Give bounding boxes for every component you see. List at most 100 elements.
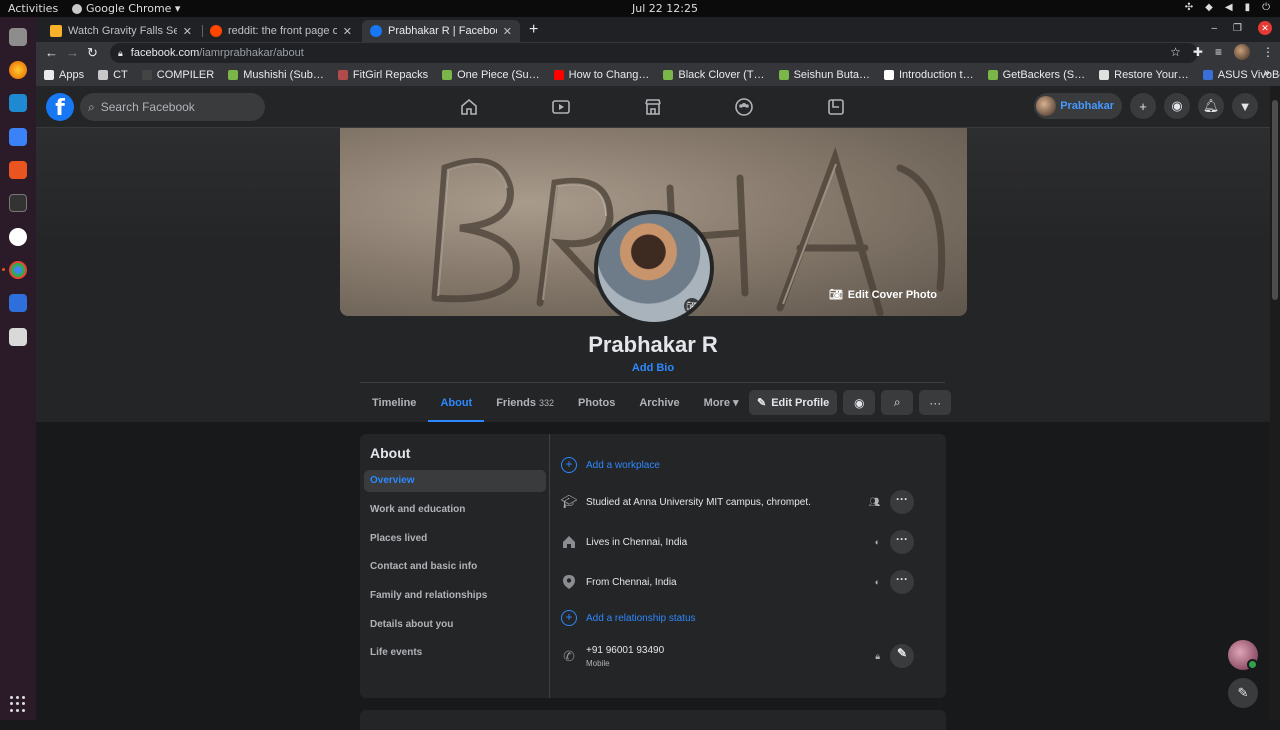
about-nav-overview[interactable]: Overview xyxy=(364,470,546,492)
bookmark-favicon-icon xyxy=(1202,70,1213,80)
new-tab-button[interactable]: + xyxy=(529,21,538,39)
bookmark-item[interactable]: Apps xyxy=(44,69,84,81)
tab-close-icon[interactable]: ✕ xyxy=(183,25,192,38)
slack-icon[interactable] xyxy=(9,228,27,246)
minimize-icon[interactable]: – xyxy=(1211,23,1217,34)
new-message-icon[interactable]: ✎ xyxy=(1228,678,1258,708)
profile-avatar[interactable] xyxy=(1234,44,1250,60)
software-icon[interactable] xyxy=(9,161,27,179)
bookmark-item[interactable]: Restore Your… xyxy=(1099,69,1189,81)
camera-icon[interactable]: 📷︎ xyxy=(684,298,700,314)
bookmark-item[interactable]: GetBackers (S… xyxy=(987,69,1086,81)
marketplace-icon[interactable] xyxy=(643,97,663,117)
text-editor-icon[interactable] xyxy=(9,294,27,312)
bookmark-item[interactable]: How to Chang… xyxy=(553,69,649,81)
tab-more[interactable]: More ▾ xyxy=(692,384,751,422)
bookmark-item[interactable]: COMPILER xyxy=(141,69,214,81)
bookmark-item[interactable]: Seishun Buta… xyxy=(778,69,870,81)
messenger-icon[interactable]: ◉ xyxy=(1164,93,1190,119)
tab-reddit[interactable]: reddit: the front page of t ✕ xyxy=(202,20,360,42)
about-nav-details[interactable]: Details about you xyxy=(364,614,546,636)
edit-cover-photo-button[interactable]: 📷︎ Edit Cover Photo xyxy=(829,288,937,302)
bookmark-label: GetBackers (S… xyxy=(1002,69,1086,81)
terminal-icon[interactable] xyxy=(9,194,27,212)
maximize-icon[interactable]: ❐ xyxy=(1233,23,1242,34)
about-nav-family[interactable]: Family and relationships xyxy=(364,585,546,607)
add-workplace-link[interactable]: + Add a workplace xyxy=(560,453,936,477)
tab-archive[interactable]: Archive xyxy=(627,384,691,422)
reload-icon[interactable]: ↻ xyxy=(87,45,98,61)
about-nav-contact-info[interactable]: Contact and basic info xyxy=(364,556,546,578)
account-menu-icon[interactable]: ▼ xyxy=(1232,93,1258,119)
edit-options-button[interactable]: ··· xyxy=(890,570,914,594)
app-menu[interactable]: Google Chrome ▾ xyxy=(72,2,180,15)
search-facebook-input[interactable]: ⌕ Search Facebook xyxy=(80,93,265,121)
media-icon[interactable]: ≡ xyxy=(1215,45,1222,59)
page-scrollbar[interactable] xyxy=(1270,86,1280,720)
bookmark-item[interactable]: FitGirl Repacks xyxy=(337,69,428,81)
tab-friends[interactable]: Friends 332 xyxy=(484,384,566,422)
edit-profile-button[interactable]: ✎ Edit Profile xyxy=(749,390,838,415)
create-icon[interactable]: + xyxy=(1130,93,1156,119)
vscode-icon[interactable] xyxy=(9,94,27,112)
about-nav-life-events[interactable]: Life events xyxy=(364,642,546,664)
extensions-icon[interactable]: ✚ xyxy=(1193,45,1203,59)
bookmark-item[interactable]: One Piece (Su… xyxy=(442,69,540,81)
edit-options-button[interactable]: ··· xyxy=(890,490,914,514)
profile-shortcut-button[interactable]: Prabhakar xyxy=(1034,93,1122,119)
more-bookmarks-icon[interactable]: » xyxy=(1264,67,1270,79)
chrome-menu-icon[interactable]: ⋮ xyxy=(1262,45,1274,59)
edit-profile-label: Edit Profile xyxy=(771,396,830,409)
system-tray[interactable]: ✣ ◆ ◀ ▮ ⏻ xyxy=(1185,2,1270,13)
clock[interactable]: Jul 22 12:25 xyxy=(632,2,698,15)
public-audience-icon[interactable]: ◐ xyxy=(875,577,880,587)
bookmark-item[interactable]: CT xyxy=(98,69,128,81)
public-audience-icon[interactable]: ◐ xyxy=(875,537,880,547)
search-profile-button[interactable]: ⌕ xyxy=(881,390,914,415)
tab-about[interactable]: About xyxy=(428,384,484,422)
notifications-icon[interactable]: 🔔︎ xyxy=(1198,93,1224,119)
edit-options-button[interactable]: ··· xyxy=(890,530,914,554)
more-options-button[interactable]: ··· xyxy=(919,390,952,415)
about-nav-work-education[interactable]: Work and education xyxy=(364,499,546,521)
tab-close-icon[interactable]: ✕ xyxy=(343,25,352,38)
tab-facebook[interactable]: Prabhakar R | Facebook ✕ xyxy=(362,20,520,42)
chrome-dock-icon[interactable] xyxy=(2,261,27,279)
forward-icon[interactable]: → xyxy=(66,45,79,60)
watch-icon[interactable] xyxy=(551,97,571,117)
contact-chat-head[interactable] xyxy=(1228,640,1258,670)
address-bar[interactable]: 🔒︎ facebook.com/iamrprabhakar/about xyxy=(110,43,1198,63)
scrollbar-thumb[interactable] xyxy=(1272,100,1278,300)
firefox-icon[interactable] xyxy=(9,61,27,79)
tab-close-icon[interactable]: ✕ xyxy=(503,25,512,38)
edit-pencil-button[interactable]: ✎ xyxy=(890,644,914,668)
friends-audience-icon[interactable]: 👥︎ xyxy=(869,497,880,508)
tab-photos[interactable]: Photos xyxy=(566,384,627,422)
groups-icon[interactable] xyxy=(734,97,754,117)
screenshot-icon[interactable] xyxy=(9,328,27,346)
add-bio-link[interactable]: Add Bio xyxy=(36,362,1270,374)
bookmark-star-icon[interactable]: ☆ xyxy=(1170,45,1181,59)
show-apps-icon[interactable] xyxy=(10,696,26,712)
tab-timeline[interactable]: Timeline xyxy=(360,384,428,422)
close-window-icon[interactable]: ✕ xyxy=(1258,21,1272,35)
activities-button[interactable]: Activities xyxy=(8,2,58,15)
bookmark-favicon-icon xyxy=(778,70,789,80)
facebook-logo-icon[interactable]: f xyxy=(46,93,74,121)
bookmark-item[interactable]: Black Clover (T… xyxy=(663,69,765,81)
profile-picture[interactable]: 📷︎ xyxy=(594,210,714,326)
bookmark-item[interactable]: Mushishi (Sub… xyxy=(228,69,324,81)
view-as-button[interactable]: ◉ xyxy=(843,390,876,415)
lock-icon[interactable]: 🔒︎ xyxy=(118,48,123,59)
about-nav-places-lived[interactable]: Places lived xyxy=(364,528,546,550)
add-relationship-link[interactable]: + Add a relationship status xyxy=(560,606,936,630)
network-icon: ✣ xyxy=(1184,2,1194,13)
writer-icon[interactable] xyxy=(9,128,27,146)
tab-gravity-falls[interactable]: Watch Gravity Falls Seaso ✕ xyxy=(42,20,200,42)
bookmark-item[interactable]: Introduction t… xyxy=(884,69,974,81)
gaming-icon[interactable] xyxy=(826,97,846,117)
files-icon[interactable] xyxy=(9,28,27,46)
back-icon[interactable]: ← xyxy=(45,45,58,60)
home-icon[interactable] xyxy=(459,97,479,117)
lock-audience-icon[interactable]: 🔒︎ xyxy=(875,651,880,662)
